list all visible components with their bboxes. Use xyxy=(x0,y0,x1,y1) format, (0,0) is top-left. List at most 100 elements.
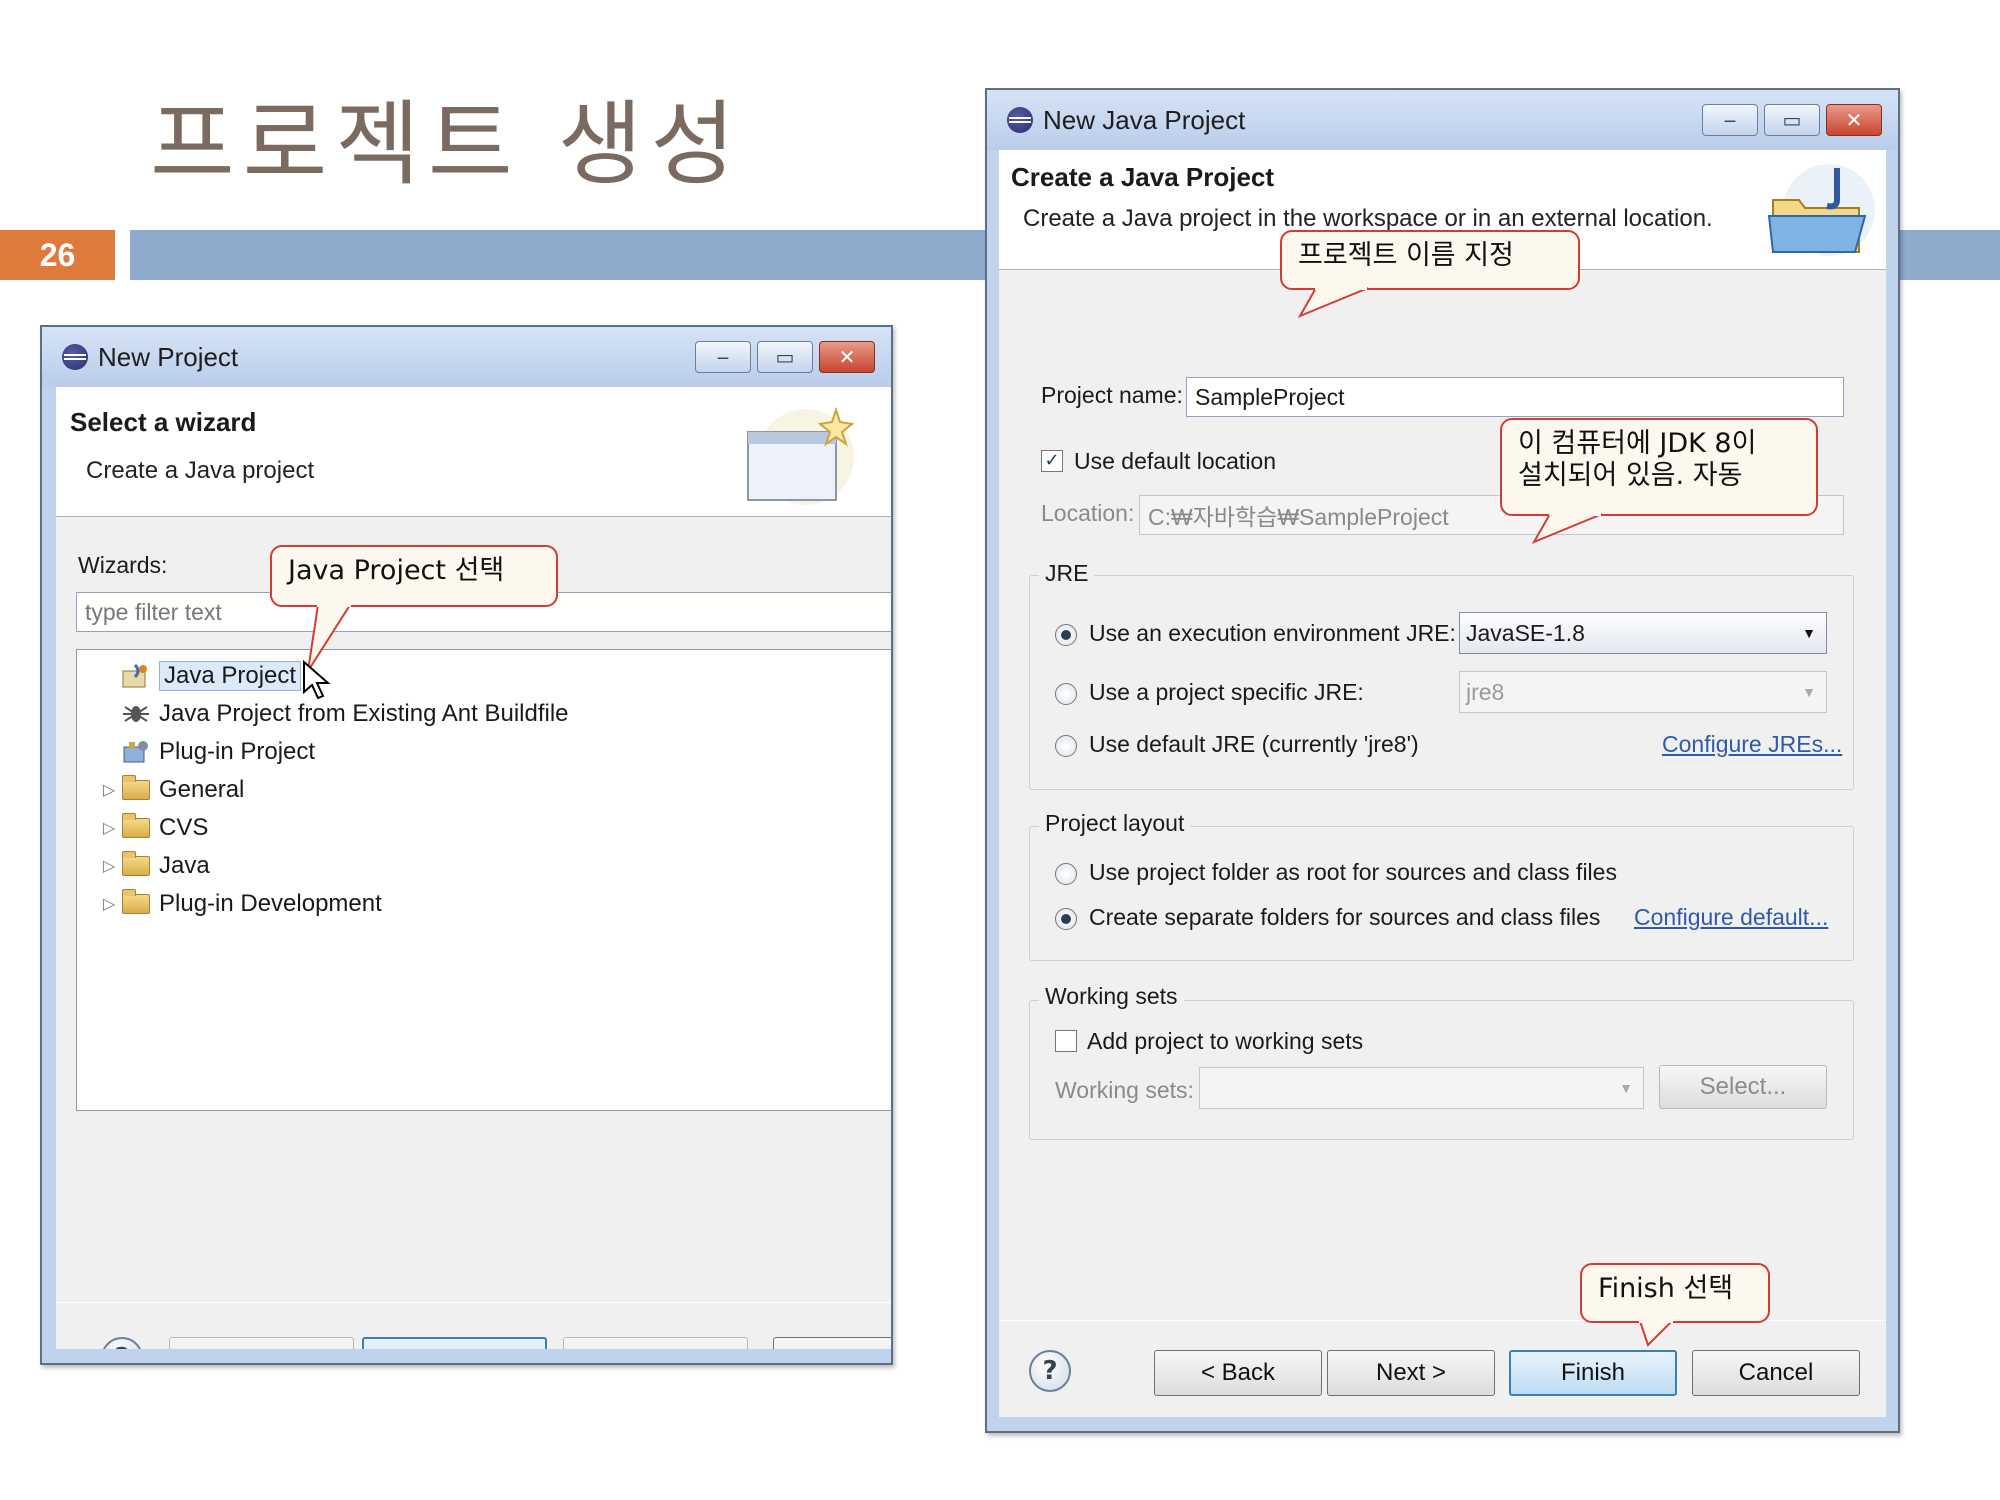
callout-project-name: 프로젝트 이름 지정 xyxy=(1280,230,1580,290)
slide-title: 프로젝트 생성 xyxy=(150,91,744,198)
jre-specific-label: Use a project specific JRE: xyxy=(1089,679,1364,705)
jre-default-radio[interactable] xyxy=(1055,735,1077,757)
jre-specific-radio[interactable] xyxy=(1055,683,1077,705)
callout-tail xyxy=(1639,1319,1673,1347)
folder-icon xyxy=(121,775,151,803)
project-name-label: Project name: xyxy=(1041,382,1183,408)
layout-root-radio[interactable] xyxy=(1055,863,1077,885)
java-project-wizard-icon xyxy=(1767,164,1875,256)
folder-icon xyxy=(121,851,151,879)
callout-jdk: 이 컴퓨터에 JDK 8이 설치되어 있음. 자동 xyxy=(1500,418,1818,516)
help-icon[interactable]: ? xyxy=(101,1337,143,1349)
jre-env-label: Use an execution environment JRE: xyxy=(1089,620,1456,646)
close-button[interactable]: ✕ xyxy=(819,341,875,373)
callout-tail xyxy=(1297,286,1369,319)
jre-env-select[interactable]: JavaSE-1.8 ▼ xyxy=(1459,612,1827,654)
dropdown-arrow-icon: ▼ xyxy=(1802,625,1816,641)
expand-arrow-icon[interactable]: ▷ xyxy=(97,894,121,914)
maximize-button[interactable]: ▭ xyxy=(1764,104,1820,136)
new-project-client: Select a wizard Create a Java project Wi… xyxy=(56,387,891,1349)
layout-separate-radio[interactable] xyxy=(1055,908,1077,930)
project-layout-group-label: Project layout xyxy=(1039,810,1191,837)
new-java-project-client: Create a Java Project Create a Java proj… xyxy=(999,150,1886,1417)
tree-item-java[interactable]: ▷ Java xyxy=(97,848,210,884)
wizard-header-desc: Create a Java project xyxy=(86,457,315,484)
jre-default-label: Use default JRE (currently 'jre8') xyxy=(1089,731,1419,757)
window-title: New Project xyxy=(98,341,239,372)
folder-icon xyxy=(121,813,151,841)
tree-item-label: Java xyxy=(159,852,210,879)
jre-specific-value: jre8 xyxy=(1466,678,1505,705)
wizard-header-title: Select a wizard xyxy=(70,407,257,437)
tree-item-label: Java Project from Existing Ant Buildfile xyxy=(159,700,569,727)
expand-arrow-icon[interactable]: ▷ xyxy=(97,856,121,876)
layout-separate-label: Create separate folders for sources and … xyxy=(1089,904,1601,930)
callout-finish: Finish 선택 xyxy=(1580,1263,1770,1323)
jre-env-radio[interactable] xyxy=(1055,624,1077,646)
new-wizard-icon xyxy=(747,406,855,505)
minimize-button[interactable]: ‒ xyxy=(695,341,751,373)
project-name-input[interactable]: SampleProject xyxy=(1186,377,1844,417)
configure-jres-link[interactable]: Configure JREs... xyxy=(1662,731,1842,758)
finish-button[interactable]: Finish xyxy=(563,1337,748,1349)
jre-specific-select[interactable]: jre8 ▼ xyxy=(1459,671,1827,713)
tree-item-general[interactable]: ▷ General xyxy=(97,772,244,808)
tree-item-java-project[interactable]: Java Project xyxy=(97,658,302,694)
add-working-sets-label: Add project to working sets xyxy=(1087,1028,1364,1054)
close-button[interactable]: ✕ xyxy=(1826,104,1882,136)
wizard-header-title: Create a Java Project xyxy=(1011,162,1275,192)
filter-placeholder: type filter text xyxy=(85,598,222,625)
wizard-header-desc: Create a Java project in the workspace o… xyxy=(1023,205,1713,232)
expand-arrow-icon[interactable]: ▷ xyxy=(97,818,121,838)
use-default-location-label: Use default location xyxy=(1074,448,1277,474)
tree-item-label: General xyxy=(159,776,245,803)
select-working-sets-button[interactable]: Select... xyxy=(1659,1065,1827,1109)
finish-button[interactable]: Finish xyxy=(1509,1350,1677,1396)
next-button[interactable]: Next > xyxy=(1327,1350,1495,1396)
tree-item-label: CVS xyxy=(159,814,209,841)
tree-item-cvs[interactable]: ▷ CVS xyxy=(97,810,208,846)
tree-item-plugin-development[interactable]: ▷ Plug-in Development xyxy=(97,886,382,922)
jre-group-label: JRE xyxy=(1039,560,1095,587)
location-label: Location: xyxy=(1041,500,1135,526)
dropdown-arrow-icon: ▼ xyxy=(1619,1080,1633,1096)
new-project-window: New Project ‒ ▭ ✕ Select a wizard Create… xyxy=(40,325,893,1365)
tree-item-ant-buildfile[interactable]: Java Project from Existing Ant Buildfile xyxy=(97,696,569,732)
maximize-button[interactable]: ▭ xyxy=(757,341,813,373)
callout-tail xyxy=(1531,512,1603,545)
window-title: New Java Project xyxy=(1043,104,1246,135)
ant-icon xyxy=(121,701,151,727)
tree-item-plugin-project[interactable]: Plug-in Project xyxy=(97,734,315,770)
tree-item-label: Plug-in Project xyxy=(159,738,316,765)
working-sets-select[interactable]: ▼ xyxy=(1199,1067,1644,1109)
back-button[interactable]: < Back xyxy=(169,1337,354,1349)
expand-arrow-icon[interactable]: ▷ xyxy=(97,780,121,800)
cancel-button[interactable]: Cancel xyxy=(1692,1350,1860,1396)
help-icon[interactable]: ? xyxy=(1029,1350,1071,1392)
back-button[interactable]: < Back xyxy=(1154,1350,1322,1396)
folder-icon xyxy=(121,889,151,917)
plugin-icon xyxy=(121,739,151,765)
tree-item-label: Plug-in Development xyxy=(159,890,382,917)
next-button[interactable]: Next > xyxy=(362,1337,547,1349)
callout-java-project: Java Project 선택 xyxy=(270,545,558,607)
add-working-sets-checkbox[interactable] xyxy=(1055,1030,1077,1052)
new-java-project-titlebar[interactable]: New Java Project ‒ ▭ ✕ xyxy=(987,90,1898,150)
callout-jdk-line1: 이 컴퓨터에 JDK 8이 xyxy=(1518,428,1757,459)
tree-item-label: Java Project xyxy=(159,661,302,691)
mouse-cursor-icon xyxy=(303,660,331,700)
project-layout-group xyxy=(1029,826,1854,961)
slide-number: 26 xyxy=(0,230,115,280)
working-sets-group-label: Working sets xyxy=(1039,983,1184,1010)
minimize-button[interactable]: ‒ xyxy=(1702,104,1758,136)
jre-env-value: JavaSE-1.8 xyxy=(1466,619,1585,646)
eclipse-icon xyxy=(1007,107,1033,133)
cancel-button[interactable]: Canc xyxy=(773,1337,891,1349)
java-project-icon xyxy=(121,663,151,689)
use-default-location-checkbox[interactable]: ✓ xyxy=(1041,450,1063,472)
new-project-titlebar[interactable]: New Project ‒ ▭ ✕ xyxy=(42,327,891,387)
configure-default-link[interactable]: Configure default... xyxy=(1634,904,1828,931)
wizard-tree[interactable]: Java Project Java Project from Existing … xyxy=(76,649,891,1111)
layout-root-label: Use project folder as root for sources a… xyxy=(1089,859,1617,885)
dropdown-arrow-icon: ▼ xyxy=(1802,684,1816,700)
